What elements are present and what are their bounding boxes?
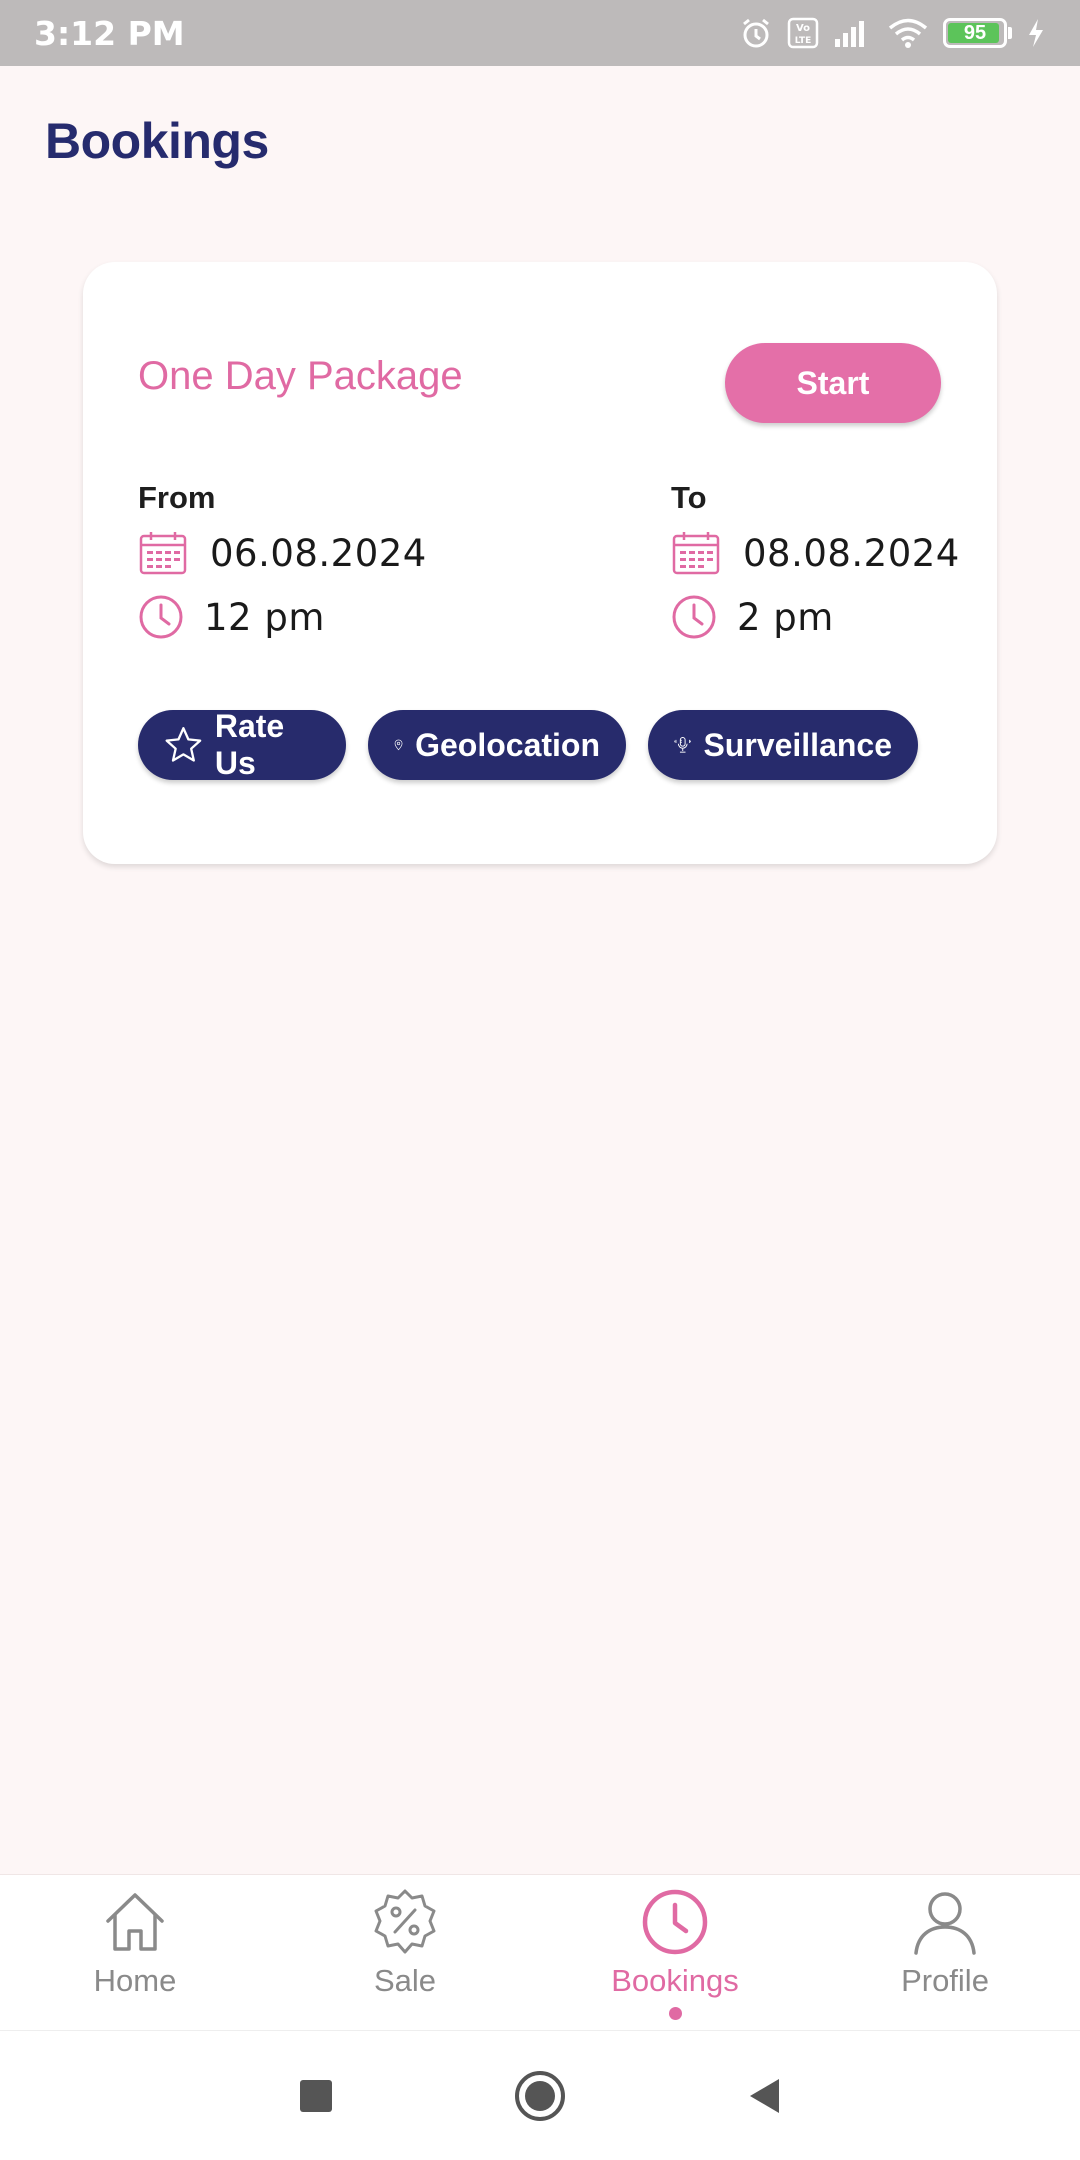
svg-text:Vo: Vo (796, 23, 810, 34)
recents-button[interactable] (280, 2031, 352, 2160)
to-date: 08.08.2024 (743, 531, 960, 575)
rate-us-label: Rate Us (214, 708, 285, 781)
surveillance-label: Surveillance (703, 726, 892, 763)
nav-item-bookings[interactable]: Bookings (540, 1875, 810, 2031)
status-time: 3:12 PM (34, 13, 185, 53)
nav-label-sale: Sale (373, 1963, 437, 1998)
nav-label-profile: Profile (901, 1963, 989, 1998)
nav-item-profile[interactable]: Profile (810, 1875, 1080, 2031)
from-label: From (138, 480, 216, 515)
battery-icon: 95 (943, 18, 1007, 48)
battery-level: 95 (963, 21, 987, 44)
package-name: One Day Package (138, 354, 463, 398)
charging-icon (1029, 19, 1043, 47)
status-icons: Vo LTE 95 (739, 16, 1046, 50)
from-date: 06.08.2024 (210, 531, 427, 575)
status-bar: 3:12 PM Vo LTE 95 (0, 0, 1080, 66)
clock-icon (642, 1889, 708, 1955)
sale-badge-icon (374, 1889, 436, 1954)
system-nav-bar (0, 2030, 1080, 2160)
rate-us-button[interactable]: Rate Us (138, 708, 346, 781)
signal-icon (835, 21, 864, 47)
clock-icon (672, 595, 716, 639)
svg-text:LTE: LTE (795, 36, 812, 46)
nav-item-home[interactable]: Home (0, 1875, 270, 2031)
nav-label-home: Home (93, 1963, 177, 1998)
home-icon (106, 1893, 164, 1951)
from-date-row: 06.08.2024 (138, 530, 427, 576)
geolocation-label: Geolocation (415, 726, 600, 763)
square-icon (300, 2080, 332, 2112)
nav-item-sale[interactable]: Sale (270, 1875, 540, 2031)
clock-icon (139, 595, 183, 639)
nav-label-bookings: Bookings (611, 1963, 739, 1998)
location-pin-icon (394, 739, 403, 751)
start-button[interactable]: Start (725, 343, 941, 423)
bottom-nav: Home Sale Bookings Profile (0, 1874, 1080, 2030)
to-time: 2 pm (737, 595, 834, 639)
star-icon (165, 727, 202, 762)
active-indicator-dot (668, 2007, 682, 2020)
user-icon (914, 1892, 976, 1955)
to-label: To (671, 480, 707, 515)
alarm-icon (743, 18, 769, 48)
calendar-icon (139, 532, 187, 575)
back-triangle-icon (750, 2079, 779, 2113)
circle-icon (515, 2071, 565, 2121)
microphone-icon (674, 736, 692, 753)
calendar-icon (672, 532, 720, 575)
booking-card: One Day Package Start From 06.08.2024 12… (83, 262, 997, 864)
surveillance-button[interactable]: Surveillance (648, 710, 918, 780)
home-system-button[interactable] (506, 2031, 574, 2160)
volte-icon: Vo LTE (787, 17, 819, 49)
page-title: Bookings (45, 113, 269, 169)
from-time-row: 12 pm (138, 594, 325, 640)
from-time: 12 pm (204, 595, 325, 639)
geolocation-button[interactable]: Geolocation (368, 710, 626, 780)
to-date-row: 08.08.2024 (671, 530, 960, 576)
wifi-icon (888, 18, 928, 48)
back-button[interactable] (734, 2031, 794, 2160)
to-time-row: 2 pm (671, 594, 834, 640)
